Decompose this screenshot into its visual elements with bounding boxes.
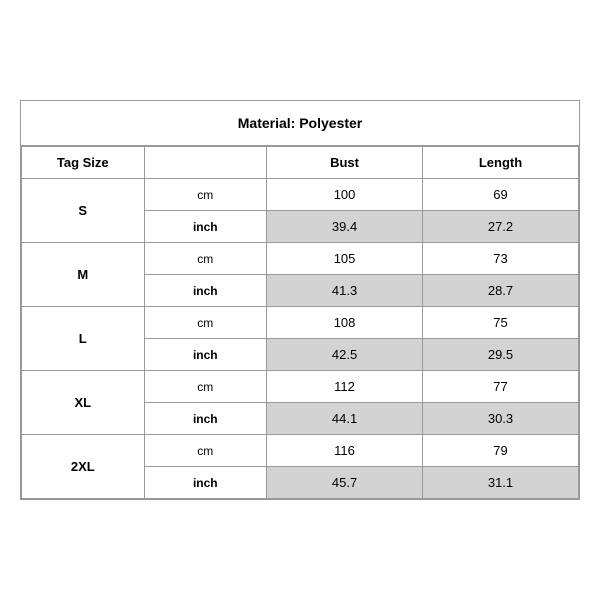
tag-size-cell: 2XL	[22, 435, 145, 499]
bust-value: 45.7	[267, 467, 423, 499]
length-value: 73	[423, 243, 579, 275]
header-bust: Bust	[267, 147, 423, 179]
bust-value: 42.5	[267, 339, 423, 371]
size-table: Tag Size Bust Length Scm10069inch39.427.…	[21, 146, 579, 499]
header-length: Length	[423, 147, 579, 179]
length-value: 30.3	[423, 403, 579, 435]
unit-cell: inch	[144, 403, 267, 435]
length-value: 75	[423, 307, 579, 339]
tag-size-cell: XL	[22, 371, 145, 435]
bust-value: 41.3	[267, 275, 423, 307]
tag-size-cell: S	[22, 179, 145, 243]
length-value: 31.1	[423, 467, 579, 499]
bust-value: 39.4	[267, 211, 423, 243]
bust-value: 44.1	[267, 403, 423, 435]
unit-cell: inch	[144, 211, 267, 243]
length-value: 77	[423, 371, 579, 403]
length-value: 69	[423, 179, 579, 211]
unit-cell: inch	[144, 275, 267, 307]
bust-value: 112	[267, 371, 423, 403]
tag-size-cell: M	[22, 243, 145, 307]
tag-size-cell: L	[22, 307, 145, 371]
header-tag-size: Tag Size	[22, 147, 145, 179]
unit-cell: inch	[144, 467, 267, 499]
unit-cell: cm	[144, 371, 267, 403]
bust-value: 100	[267, 179, 423, 211]
length-value: 29.5	[423, 339, 579, 371]
unit-cell: cm	[144, 179, 267, 211]
size-chart-container: Material: Polyester Tag Size Bust Length…	[20, 100, 580, 500]
unit-cell: cm	[144, 243, 267, 275]
chart-title: Material: Polyester	[21, 101, 579, 146]
unit-cell: cm	[144, 307, 267, 339]
length-value: 27.2	[423, 211, 579, 243]
unit-cell: inch	[144, 339, 267, 371]
header-unit	[144, 147, 267, 179]
bust-value: 108	[267, 307, 423, 339]
bust-value: 116	[267, 435, 423, 467]
length-value: 79	[423, 435, 579, 467]
bust-value: 105	[267, 243, 423, 275]
length-value: 28.7	[423, 275, 579, 307]
unit-cell: cm	[144, 435, 267, 467]
